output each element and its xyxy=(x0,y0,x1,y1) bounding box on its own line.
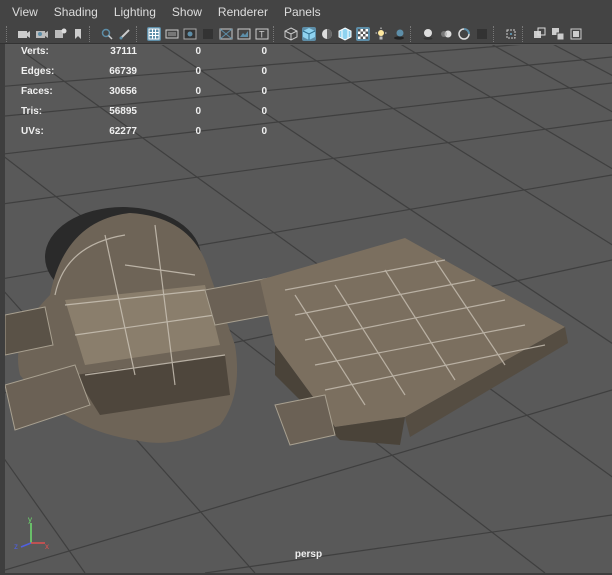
hud-value: 0 xyxy=(195,106,201,117)
hud-label: UVs: xyxy=(21,126,44,137)
screen-space-ao-icon[interactable] xyxy=(421,27,435,41)
grease-pencil-icon[interactable] xyxy=(118,27,132,41)
scene-mesh-round-structure[interactable] xyxy=(5,207,281,443)
toolbar-separator xyxy=(89,25,96,42)
hud-value: 0 xyxy=(195,46,201,57)
multisample-aa-icon[interactable] xyxy=(457,27,471,41)
toolbar-separator xyxy=(522,25,529,42)
default-material-icon[interactable] xyxy=(320,27,334,41)
menu-panels[interactable]: Panels xyxy=(276,0,329,24)
hud-value: 0 xyxy=(261,126,267,137)
image-plane-icon[interactable] xyxy=(71,27,85,41)
resolution-gate-icon[interactable] xyxy=(183,27,197,41)
hud-value: 0 xyxy=(261,66,267,77)
hud-value: 56895 xyxy=(109,106,137,117)
bookmarks-icon[interactable] xyxy=(53,27,67,41)
hud-value: 0 xyxy=(261,86,267,97)
motion-blur-icon[interactable] xyxy=(439,27,453,41)
hud-value: 0 xyxy=(261,106,267,117)
hud-label: Verts: xyxy=(21,46,49,57)
hud-value: 30656 xyxy=(109,86,137,97)
svg-text:T: T xyxy=(259,29,265,39)
xray-components-icon[interactable] xyxy=(569,27,583,41)
hud-value: 0 xyxy=(195,86,201,97)
hud-value: 0 xyxy=(195,126,201,137)
2d-pan-zoom-icon[interactable] xyxy=(100,27,114,41)
hud-value: 37111 xyxy=(110,46,137,57)
hud-value: 0 xyxy=(261,46,267,57)
viewport-panel: View Shading Lighting Show Renderer Pane… xyxy=(0,0,612,575)
toolbar-separator xyxy=(493,25,500,42)
safe-title-icon[interactable]: T xyxy=(255,27,269,41)
panel-menu-bar: View Shading Lighting Show Renderer Pane… xyxy=(0,0,612,24)
view-axis-gizmo: y x z xyxy=(14,515,49,551)
panel-toolbar: T xyxy=(0,24,612,44)
toolbar-separator xyxy=(273,25,280,42)
scene-mesh-platform[interactable] xyxy=(260,238,568,446)
isolate-select-icon[interactable] xyxy=(504,27,518,41)
use-all-lights-icon[interactable] xyxy=(374,27,388,41)
smooth-shade-icon[interactable] xyxy=(302,26,316,41)
toolbar-separator xyxy=(6,25,13,42)
xray-icon[interactable] xyxy=(533,27,547,41)
hud-label: Edges: xyxy=(21,66,55,77)
menu-show[interactable]: Show xyxy=(164,0,210,24)
toolbar-separator xyxy=(410,25,417,42)
menu-lighting[interactable]: Lighting xyxy=(106,0,164,24)
hud-value: 62277 xyxy=(109,126,137,137)
camera-name-label: persp xyxy=(294,549,323,560)
axis-y-label: y xyxy=(28,515,32,524)
hud-value: 0 xyxy=(195,66,201,77)
menu-view[interactable]: View xyxy=(0,0,46,24)
textured-icon[interactable] xyxy=(356,26,370,41)
depth-of-field-icon[interactable] xyxy=(475,27,489,41)
wireframe-icon[interactable] xyxy=(284,26,298,41)
hud-label: Faces: xyxy=(21,86,53,97)
toolbar-separator xyxy=(136,25,143,42)
hud-value: 66739 xyxy=(109,66,137,77)
safe-action-icon[interactable] xyxy=(237,27,251,41)
field-chart-icon[interactable] xyxy=(219,27,233,41)
camera-attributes-icon[interactable] xyxy=(35,27,49,41)
film-gate-icon[interactable] xyxy=(165,27,179,41)
menu-shading[interactable]: Shading xyxy=(46,0,106,24)
grid-icon[interactable] xyxy=(147,26,161,41)
shadows-icon[interactable] xyxy=(392,27,406,41)
wireframe-on-shaded-icon[interactable] xyxy=(338,26,352,41)
menu-renderer[interactable]: Renderer xyxy=(210,0,276,24)
select-camera-icon[interactable] xyxy=(17,27,31,41)
perspective-viewport[interactable]: Verts: 37111 0 0 Edges: 66739 0 0 Faces:… xyxy=(5,45,612,573)
xray-joints-icon[interactable] xyxy=(551,27,565,41)
hud-label: Tris: xyxy=(21,106,43,117)
gate-mask-icon[interactable] xyxy=(201,27,215,41)
